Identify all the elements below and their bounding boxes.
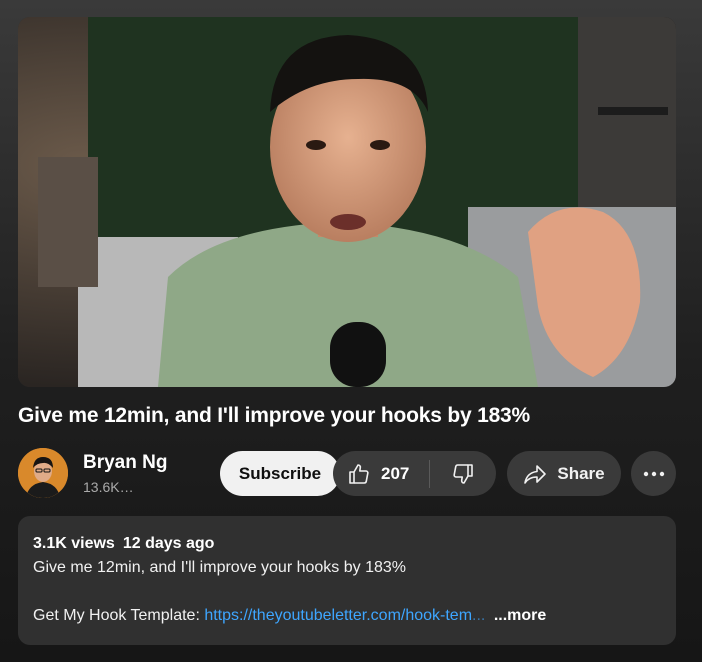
- show-more-button[interactable]: ...more: [494, 607, 546, 624]
- channel-name[interactable]: Bryan Ng: [83, 452, 167, 474]
- like-button[interactable]: 207: [333, 451, 429, 496]
- like-count: 207: [381, 463, 410, 483]
- share-arrow-icon: [524, 464, 547, 484]
- video-player[interactable]: [18, 17, 676, 387]
- share-label: Share: [557, 463, 605, 483]
- description-meta: 3.1K views 12 days ago: [33, 532, 661, 556]
- share-button[interactable]: Share: [507, 451, 621, 496]
- more-horiz-icon: [643, 471, 664, 476]
- subscriber-count: 13.6K…: [83, 479, 134, 495]
- description-summary: Give me 12min, and I'll improve your hoo…: [33, 559, 407, 576]
- dislike-button[interactable]: [430, 451, 496, 496]
- view-count: 3.1K views: [33, 535, 115, 552]
- thumbs-down-icon: [453, 463, 473, 484]
- channel-avatar[interactable]: [18, 448, 68, 498]
- subscribe-button[interactable]: Subscribe: [220, 451, 340, 496]
- like-dislike-group: 207: [333, 451, 496, 496]
- template-prefix: Get My Hook Template:: [33, 607, 205, 624]
- video-title: Give me 12min, and I'll improve your hoo…: [18, 404, 531, 427]
- description-box[interactable]: 3.1K views 12 days ago Give me 12min, and…: [18, 516, 676, 645]
- description-template-line: Get My Hook Template: https://theyoutube…: [33, 604, 661, 628]
- video-frame-image: [18, 17, 676, 387]
- template-link[interactable]: https://theyoutubeletter.com/hook-tem: [204, 607, 472, 624]
- avatar-image: [18, 448, 68, 498]
- more-actions-button[interactable]: [631, 451, 676, 496]
- upload-age: 12 days ago: [122, 535, 215, 552]
- thumbs-up-icon: [349, 463, 369, 484]
- link-ellipsis: ...: [472, 607, 486, 624]
